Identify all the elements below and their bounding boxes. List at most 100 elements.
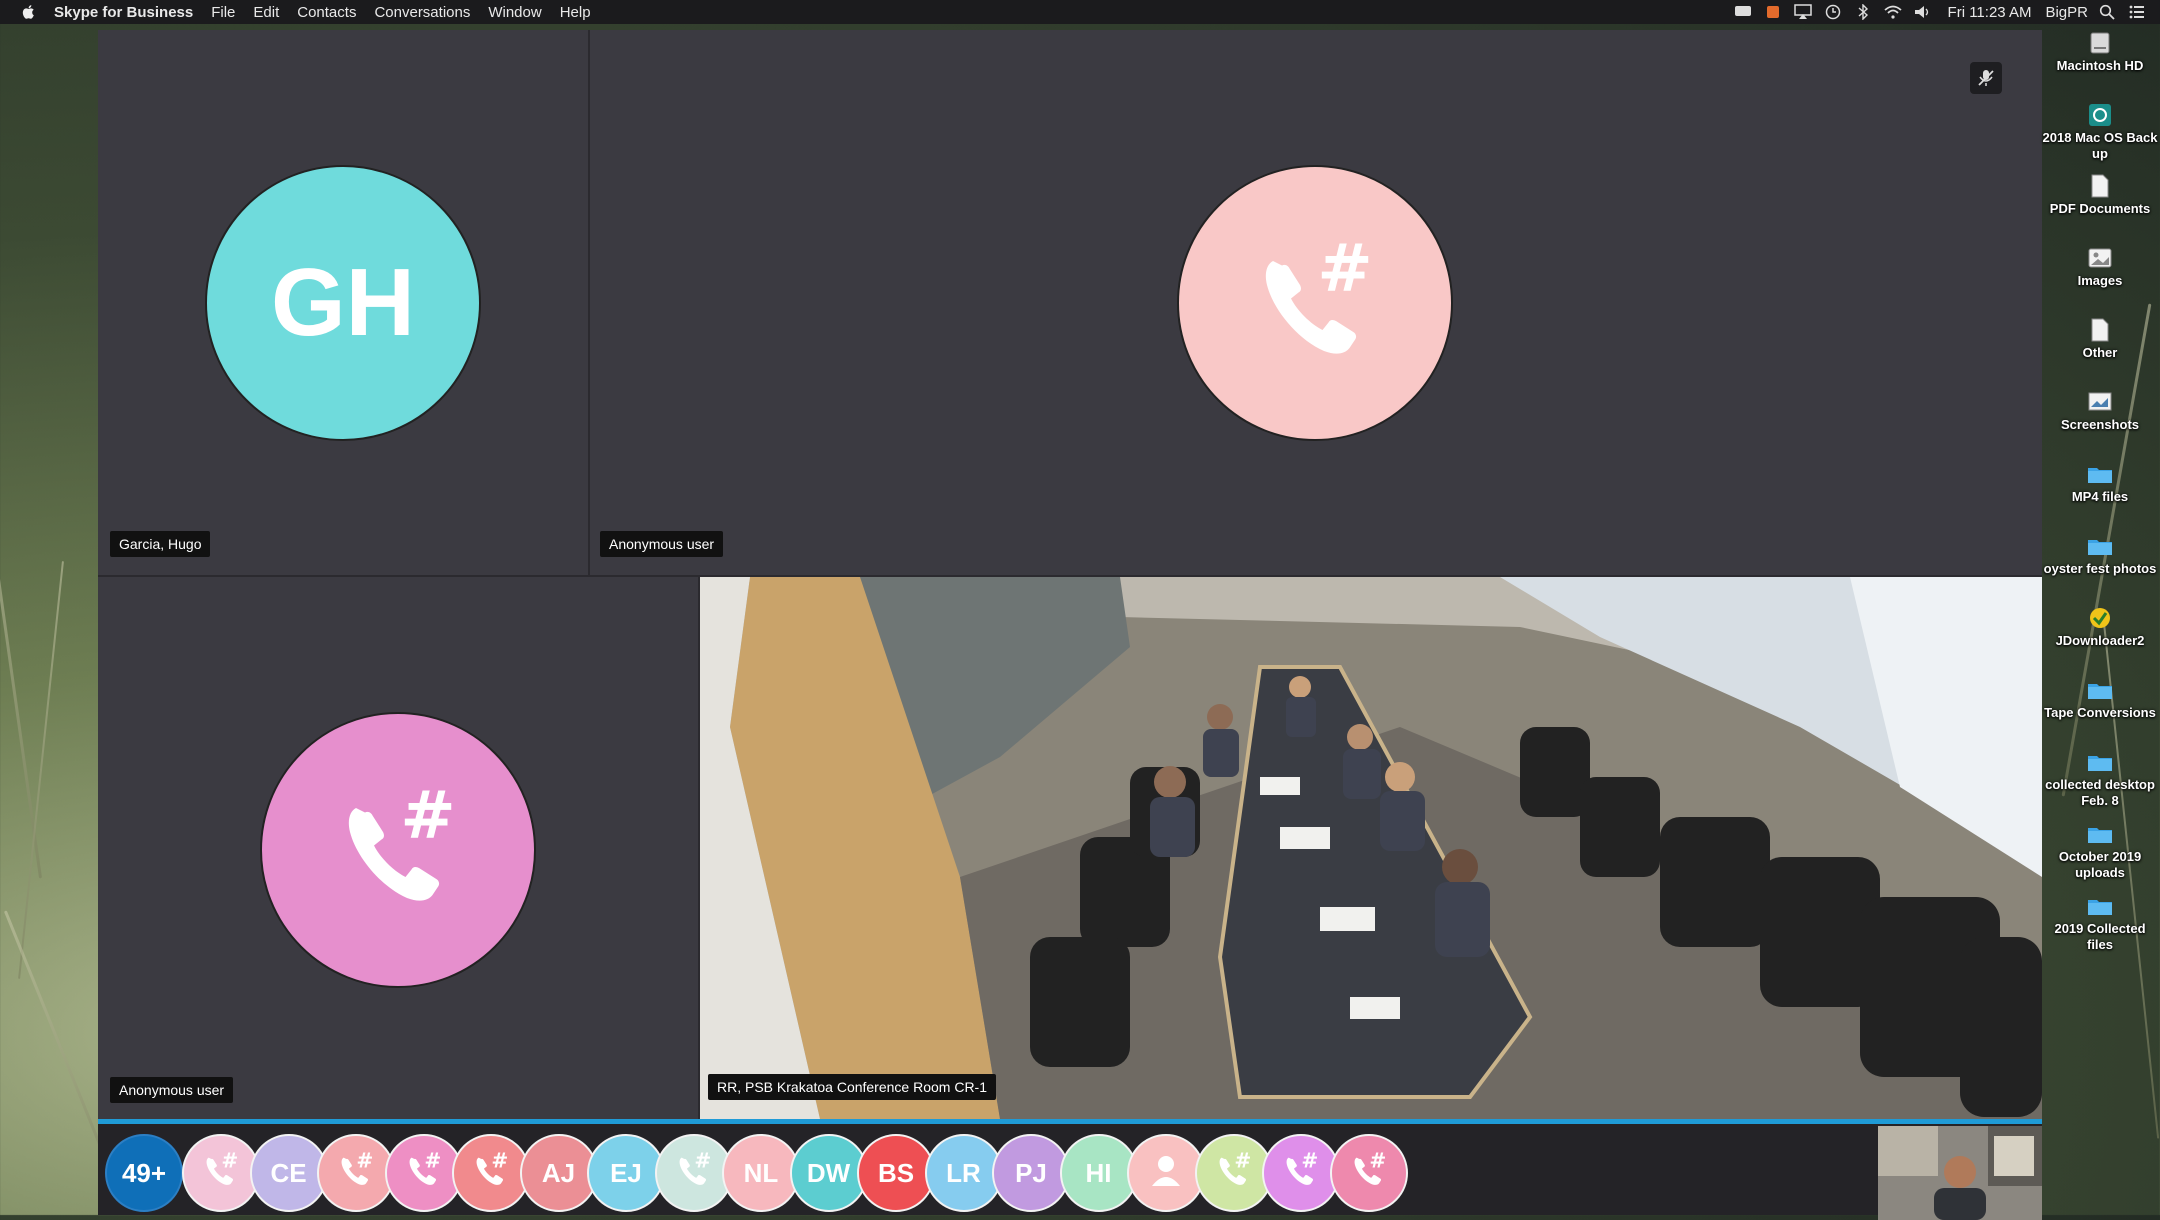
participant-avatar-phone[interactable]: # — [1262, 1134, 1340, 1212]
phone-avatar: # — [1177, 165, 1453, 441]
participant-avatar-phone[interactable]: # — [654, 1134, 733, 1212]
participant-avatar-ce[interactable]: CE — [249, 1134, 328, 1212]
participant-name-label: RR, PSB Krakatoa Conference Room CR-1 — [708, 1074, 996, 1100]
participant-avatar-lr[interactable]: LR — [924, 1134, 1003, 1212]
menu-contacts[interactable]: Contacts — [297, 4, 356, 21]
avatar: GH — [205, 165, 481, 441]
desktop-item[interactable]: Other — [2040, 317, 2160, 361]
participant-avatar-phone[interactable]: # — [317, 1134, 395, 1212]
menu-window[interactable]: Window — [488, 4, 541, 21]
app-menu[interactable]: Skype for Business — [54, 4, 193, 21]
desktop-item[interactable]: 2018 Mac OS Back up — [2040, 102, 2160, 162]
participant-avatar-phone[interactable]: # — [182, 1134, 260, 1212]
time-machine-icon[interactable] — [1822, 3, 1844, 21]
phone-dialin-icon: # — [1265, 230, 1373, 354]
menubar-user[interactable]: BigPR — [2045, 4, 2088, 21]
app-status-icon[interactable] — [1762, 3, 1784, 21]
desktop-item-label: 2019 Collected files — [2054, 921, 2146, 952]
mic-muted-button[interactable] — [1970, 62, 2002, 94]
svg-text:#: # — [491, 1148, 508, 1172]
participant-avatar-ej[interactable]: EJ — [587, 1134, 665, 1212]
airplay-icon[interactable] — [1792, 3, 1814, 21]
desktop-item[interactable]: Images — [2040, 245, 2160, 289]
self-view-video[interactable] — [1878, 1126, 2042, 1220]
folder-icon — [2087, 461, 2113, 487]
document-icon — [2087, 317, 2113, 343]
participant-avatar-nl[interactable]: NL — [722, 1134, 800, 1212]
svg-text:#: # — [1234, 1148, 1251, 1172]
phone-dialin-icon: # — [334, 1148, 378, 1199]
screenshot-icon — [2087, 389, 2113, 415]
participant-count: 49+ — [121, 1157, 167, 1188]
spotlight-search-icon[interactable] — [2096, 3, 2118, 21]
desktop-item[interactable]: collected desktop Feb. 8 — [2040, 749, 2160, 809]
notification-center-icon[interactable] — [2126, 3, 2148, 21]
participant-tile-conference-room-video[interactable]: RR, PSB Krakatoa Conference Room CR-1 — [700, 577, 2042, 1119]
participant-avatar-phone[interactable]: # — [1194, 1134, 1273, 1212]
desktop-item[interactable]: oyster fest photos — [2040, 533, 2160, 577]
desktop-item[interactable]: 2019 Collected files — [2040, 893, 2160, 953]
folder-icon — [2087, 677, 2113, 703]
desktop-item-label: oyster fest photos — [2043, 561, 2157, 576]
image-icon — [2087, 245, 2113, 271]
volume-icon[interactable] — [1912, 3, 1934, 21]
desktop-item[interactable]: October 2019 uploads — [2040, 821, 2160, 881]
phone-dialin-icon: # — [348, 777, 456, 901]
desktop-item[interactable]: Screenshots — [2040, 389, 2160, 433]
participant-avatar-phone[interactable]: # — [452, 1134, 530, 1212]
phone-dialin-icon: # — [1347, 1148, 1391, 1199]
participant-avatar-hi[interactable]: HI — [1059, 1134, 1138, 1212]
svg-text:#: # — [694, 1148, 711, 1172]
participant-tile-anonymous-user[interactable]: # Anonymous user — [590, 30, 2042, 575]
desktop-item[interactable]: PDF Documents — [2040, 173, 2160, 217]
conference-room-video-feed — [700, 577, 2042, 1119]
participant-initials: EJ — [610, 1157, 642, 1188]
desktop-item-label: Tape Conversions — [2044, 705, 2156, 720]
participant-initials: CE — [270, 1157, 307, 1188]
phone-dialin-icon: # — [672, 1148, 716, 1199]
app-icon — [2087, 605, 2113, 631]
svg-text:#: # — [221, 1148, 238, 1172]
participant-avatar-phone[interactable]: # — [1329, 1134, 1408, 1212]
folder-icon — [2087, 821, 2113, 847]
desktop-item-label: JDownloader2 — [2055, 633, 2145, 648]
participant-avatar-pj[interactable]: PJ — [992, 1134, 1070, 1212]
menu-conversations[interactable]: Conversations — [374, 4, 470, 21]
desktop-item[interactable]: Macintosh HD — [2040, 30, 2160, 74]
desktop-item-label: collected desktop Feb. 8 — [2045, 777, 2155, 808]
participant-initials: BS — [877, 1157, 915, 1188]
wifi-icon[interactable] — [1882, 3, 1904, 21]
participant-tile-garcia-hugo[interactable]: GH Garcia, Hugo — [98, 30, 588, 575]
skype-meeting-window: GH Garcia, Hugo # Anonymous user # Anony… — [98, 30, 2042, 1220]
participant-avatar-dw[interactable]: DW — [789, 1134, 868, 1212]
participant-tile-anonymous-user[interactable]: # Anonymous user — [98, 577, 698, 1119]
svg-text:#: # — [1317, 230, 1372, 307]
phone-dialin-icon: # — [469, 1148, 513, 1199]
participant-avatar-bs[interactable]: BS — [857, 1134, 935, 1212]
participant-avatar-aj[interactable]: AJ — [519, 1134, 598, 1212]
participant-avatar-phone[interactable]: # — [384, 1134, 463, 1212]
desktop-item[interactable]: JDownloader2 — [2040, 605, 2160, 649]
chat-status-icon[interactable] — [1732, 3, 1754, 21]
menubar-clock[interactable]: Fri 11:23 AM — [1948, 4, 2032, 21]
desktop-item-label: Other — [2082, 345, 2118, 360]
participant-avatar-person[interactable] — [1127, 1134, 1205, 1212]
mic-muted-icon — [1978, 70, 1994, 86]
folder-icon — [2087, 749, 2113, 775]
desktop-item[interactable]: Tape Conversions — [2040, 677, 2160, 721]
participant-count-badge[interactable]: 49+ — [105, 1134, 183, 1212]
desktop-item[interactable]: MP4 files — [2040, 461, 2160, 505]
desktop-item-label: MP4 files — [2071, 489, 2129, 504]
phone-dialin-icon: # — [402, 1148, 446, 1199]
participant-initials: NL — [743, 1157, 779, 1188]
menu-help[interactable]: Help — [560, 4, 591, 21]
svg-text:#: # — [1369, 1148, 1386, 1172]
participant-initials: HI — [1085, 1157, 1112, 1188]
desktop-item-label: Images — [2077, 273, 2123, 288]
apple-menu-icon[interactable] — [18, 0, 40, 24]
menu-bar: Skype for Business File Edit Contacts Co… — [0, 0, 2160, 24]
bluetooth-icon[interactable] — [1852, 3, 1874, 21]
menu-edit[interactable]: Edit — [253, 4, 279, 21]
svg-text:#: # — [356, 1148, 373, 1172]
menu-file[interactable]: File — [211, 4, 235, 21]
